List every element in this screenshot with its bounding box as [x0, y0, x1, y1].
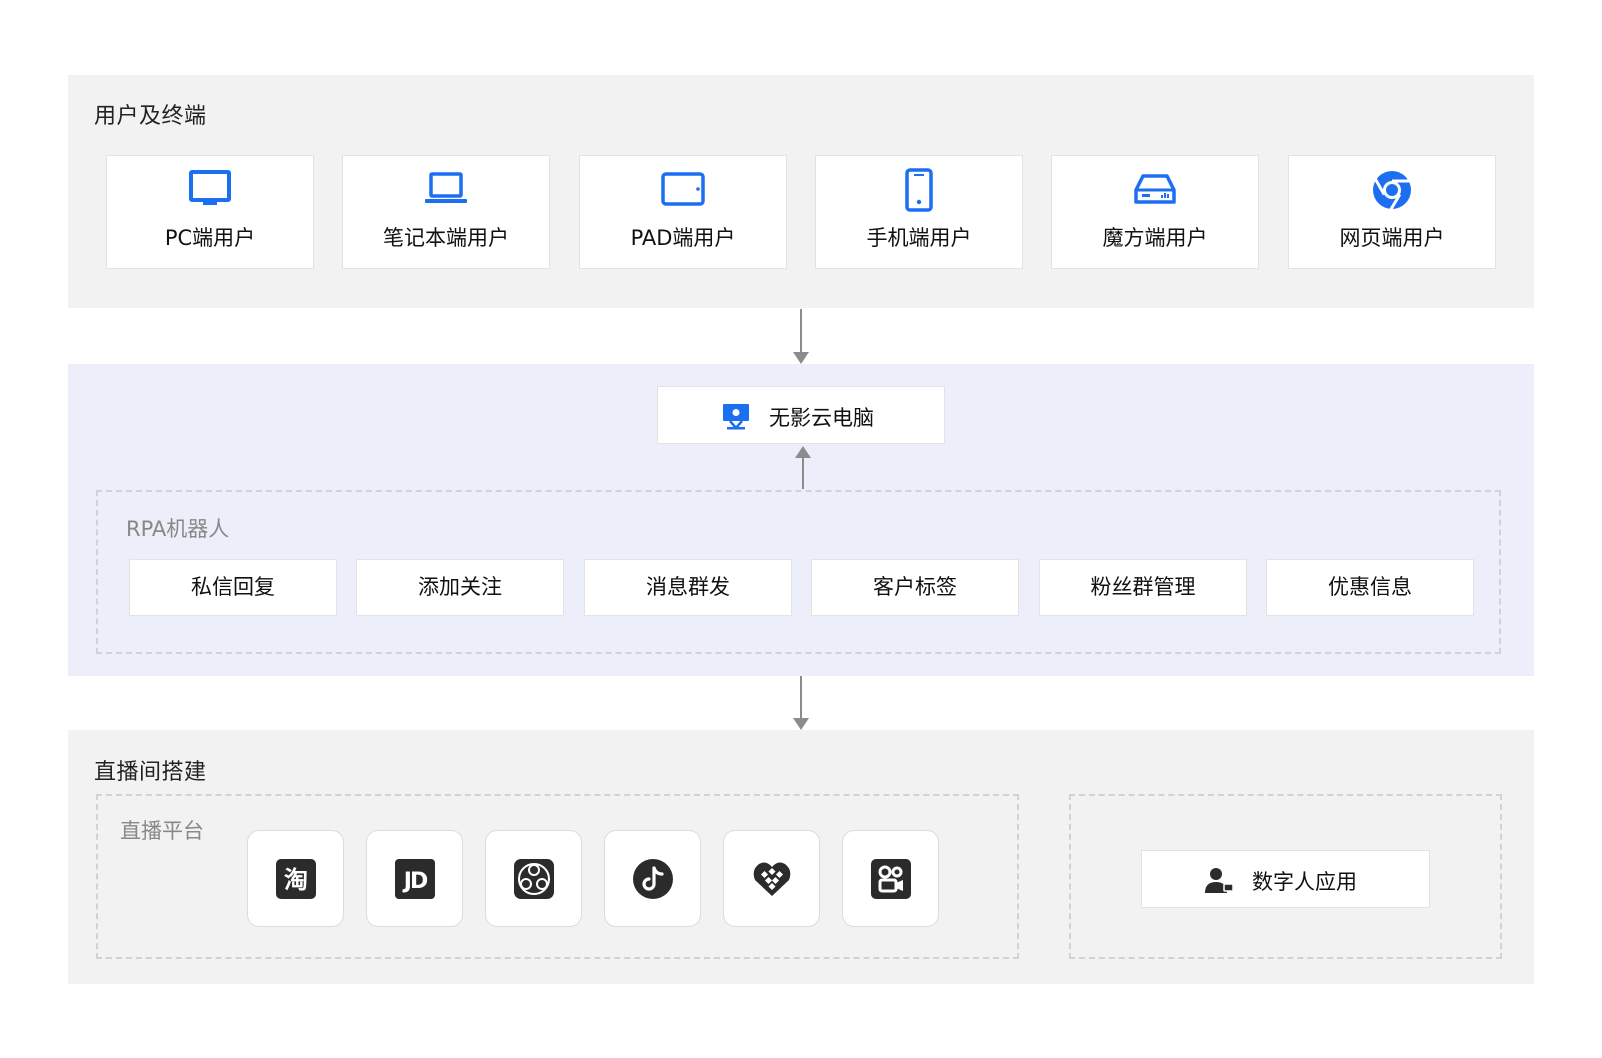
browser-icon [1373, 171, 1411, 211]
digital-human-node[interactable]: 数字人应用 [1141, 850, 1430, 908]
jd-glyph: JD [402, 869, 428, 894]
obs-icon [514, 859, 554, 899]
platform-tile-jd[interactable]: JD [366, 830, 463, 927]
platform-tile-obs[interactable] [485, 830, 582, 927]
device-label: 网页端用户 [1339, 226, 1445, 250]
arrow-down-icon [793, 718, 809, 730]
device-label: PC端用户 [164, 226, 256, 250]
jd-icon: JD [395, 859, 435, 899]
live-section-title: 直播间搭建 [94, 760, 207, 785]
rpa-item-private-reply[interactable]: 私信回复 [129, 559, 337, 616]
taobao-glyph: 淘 [284, 866, 308, 894]
cube-terminal-icon [1134, 174, 1176, 204]
device-card-phone[interactable]: 手机端用户 [815, 155, 1023, 269]
rpa-item-fan-group[interactable]: 粉丝群管理 [1039, 559, 1247, 616]
platform-tile-douyin[interactable] [604, 830, 701, 927]
rpa-item-customer-tag[interactable]: 客户标签 [811, 559, 1019, 616]
rpa-item-broadcast[interactable]: 消息群发 [584, 559, 792, 616]
phone-icon [905, 168, 933, 212]
cloud-pc-label: 无影云电脑 [769, 406, 874, 430]
laptop-icon [425, 172, 467, 203]
cloud-desktop-icon [723, 404, 749, 430]
platform-title: 直播平台 [120, 819, 204, 843]
device-label: 手机端用户 [866, 226, 972, 250]
device-card-pc[interactable]: PC端用户 [106, 155, 314, 269]
rpa-item-promotion[interactable]: 优惠信息 [1266, 559, 1474, 616]
device-card-laptop[interactable]: 笔记本端用户 [342, 155, 550, 269]
device-label: PAD端用户 [630, 226, 736, 250]
digital-human-icon [1205, 868, 1234, 893]
rpa-item-add-follow[interactable]: 添加关注 [356, 559, 564, 616]
kuaishou-icon [871, 859, 911, 899]
arrow-line [800, 309, 802, 353]
taobao-icon: 淘 [276, 859, 316, 899]
platform-tile-pinduoduo[interactable] [723, 830, 820, 927]
cloud-pc-node[interactable]: 无影云电脑 [657, 386, 945, 444]
rpa-title: RPA机器人 [126, 517, 230, 541]
device-card-pad[interactable]: PAD端用户 [579, 155, 787, 269]
platform-tile-kuaishou[interactable] [842, 830, 939, 927]
arrow-line [800, 676, 802, 719]
pinduoduo-icon [753, 862, 791, 896]
device-card-cube[interactable]: 魔方端用户 [1051, 155, 1259, 269]
device-label: 笔记本端用户 [383, 226, 509, 250]
arrow-down-icon [793, 352, 809, 364]
monitor-icon [189, 170, 231, 205]
tablet-icon [661, 172, 705, 206]
platform-tile-taobao[interactable]: 淘 [247, 830, 344, 927]
users-section-title: 用户及终端 [94, 104, 207, 129]
device-label: 魔方端用户 [1102, 226, 1208, 250]
digital-human-label: 数字人应用 [1252, 870, 1357, 894]
arrow-line [802, 457, 804, 489]
device-card-web[interactable]: 网页端用户 [1288, 155, 1496, 269]
douyin-icon [633, 859, 673, 899]
